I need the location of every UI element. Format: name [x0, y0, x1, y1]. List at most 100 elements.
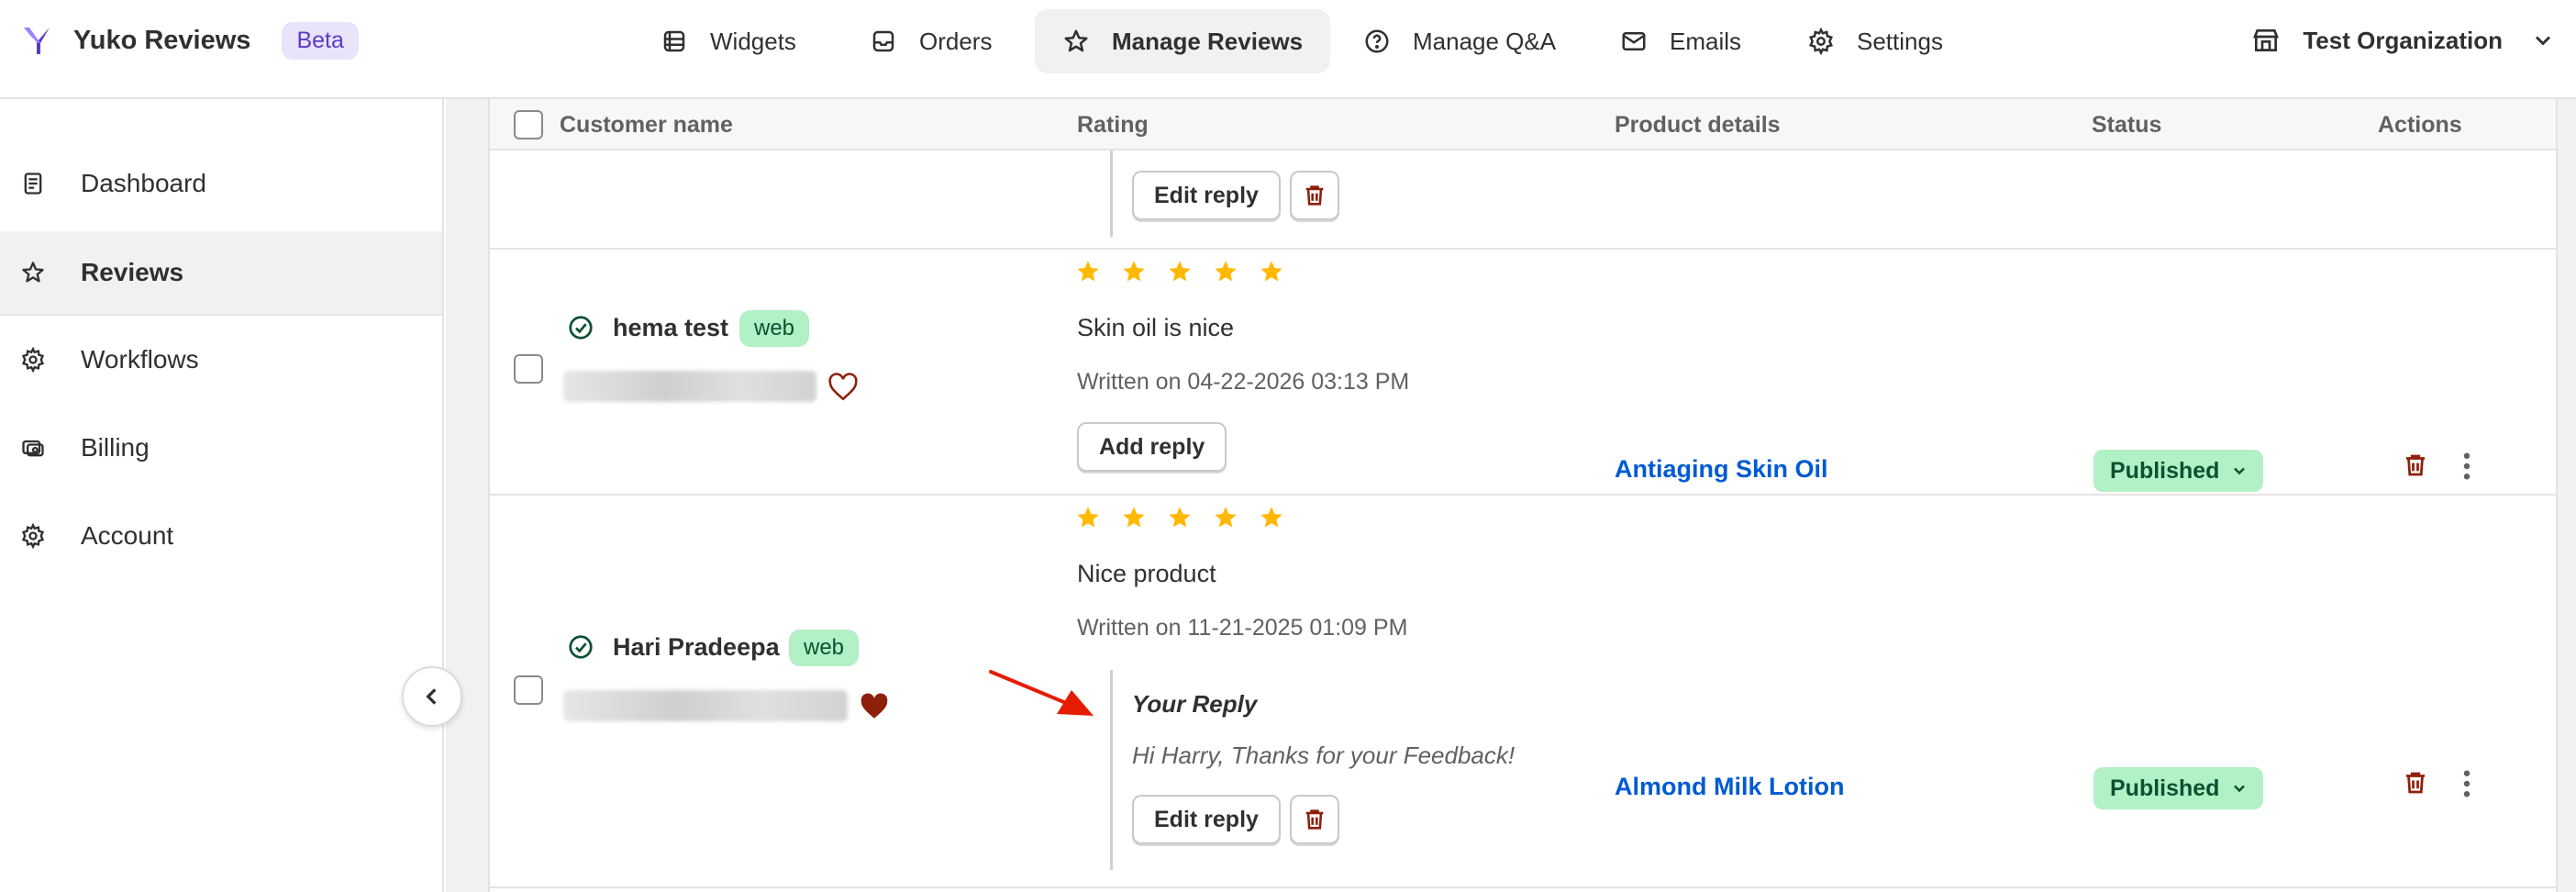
- column-status[interactable]: Status: [2092, 99, 2161, 151]
- nav-emails-label: Emails: [1670, 27, 1742, 55]
- customer-name: Hari Pradeepa: [613, 633, 780, 661]
- add-reply-button[interactable]: Add reply: [1077, 422, 1227, 472]
- gear-icon: [21, 347, 45, 373]
- sidebar-item-label: Account: [81, 521, 174, 550]
- sidebar-item-account[interactable]: Account: [0, 494, 442, 578]
- gear-icon: [1809, 28, 1833, 55]
- nav-settings-label: Settings: [1857, 27, 1943, 55]
- product-link[interactable]: Antiaging Skin Oil: [1615, 455, 1828, 484]
- sidebar-item-label: Workflows: [81, 345, 199, 374]
- select-all-checkbox[interactable]: [514, 110, 543, 139]
- top-navigation: Yuko Reviews Beta Widgets Orders Manage …: [0, 0, 2576, 99]
- reply-title: Your Reply: [1132, 690, 1258, 718]
- reply-divider: [1110, 670, 1113, 870]
- verified-check-icon: [569, 635, 593, 659]
- delete-reply-button[interactable]: [1290, 795, 1339, 844]
- annotation-arrow-icon: [989, 670, 1094, 716]
- nav-manage-qa-label: Manage Q&A: [1413, 27, 1557, 55]
- brand[interactable]: Yuko Reviews Beta: [20, 20, 359, 61]
- nav-orders[interactable]: Orders: [842, 9, 1019, 73]
- heart-outline-icon[interactable]: [827, 373, 859, 402]
- organization-name: Test Organization: [2303, 26, 2503, 54]
- reviews-table: Customer name Rating Product details Sta…: [488, 99, 2558, 892]
- nav-manage-reviews-label: Manage Reviews: [1112, 27, 1304, 55]
- collapse-sidebar-button[interactable]: [402, 666, 462, 727]
- edit-reply-button[interactable]: Edit reply: [1132, 795, 1281, 844]
- heart-filled-icon[interactable]: [859, 692, 890, 721]
- status-dropdown[interactable]: Published: [2093, 450, 2264, 492]
- edit-reply-button[interactable]: Edit reply: [1132, 171, 1281, 220]
- source-badge: web: [739, 310, 810, 347]
- column-actions: Actions: [2378, 112, 2462, 138]
- main-content: Customer name Rating Product details Sta…: [446, 99, 2576, 892]
- column-customer-name[interactable]: Customer name: [560, 99, 733, 151]
- yuko-logo-icon: [24, 28, 50, 54]
- star-filled-icon: [1215, 261, 1237, 282]
- question-circle-icon: [1365, 29, 1389, 53]
- table-row: Edit reply: [490, 151, 2556, 250]
- review-text: Nice product: [1077, 560, 1216, 587]
- star-filled-icon: [1260, 507, 1282, 528]
- star-rating: [1075, 259, 1305, 284]
- status-dropdown[interactable]: Published: [2093, 767, 2264, 809]
- nav-widgets-label: Widgets: [710, 27, 796, 55]
- sidebar-item-dashboard[interactable]: Dashboard: [0, 141, 442, 226]
- nav-manage-reviews[interactable]: Manage Reviews: [1035, 9, 1331, 73]
- star-filled-icon: [1123, 261, 1145, 282]
- column-product-details[interactable]: Product details: [1615, 99, 1781, 151]
- delete-review-icon[interactable]: [2402, 769, 2429, 797]
- chevron-down-icon: [2234, 467, 2246, 475]
- column-rating[interactable]: Rating: [1077, 99, 1149, 151]
- nav-widgets[interactable]: Widgets: [633, 9, 824, 73]
- star-filled-icon: [1077, 261, 1099, 282]
- table-row: hema test web Skin oil is nice Written o…: [490, 250, 2556, 496]
- more-actions-icon[interactable]: [2453, 450, 2481, 483]
- chevron-down-icon: [2234, 785, 2246, 793]
- sidebar-item-label: Billing: [81, 433, 150, 462]
- gear-icon: [21, 523, 45, 549]
- star-filled-icon: [1169, 261, 1191, 282]
- organization-selector[interactable]: Test Organization: [2251, 20, 2556, 61]
- trash-icon: [1305, 809, 1324, 830]
- sidebar-item-label: Dashboard: [81, 169, 206, 197]
- delete-review-icon[interactable]: [2402, 452, 2429, 479]
- star-filled-icon: [1260, 261, 1282, 282]
- star-filled-icon: [1123, 507, 1145, 528]
- star-icon: [1064, 29, 1088, 52]
- sidebar-item-workflows[interactable]: Workflows: [0, 318, 442, 402]
- nav-settings[interactable]: Settings: [1780, 9, 1971, 73]
- more-actions-icon[interactable]: [2453, 767, 2481, 800]
- customer-email-redacted: [563, 371, 816, 402]
- star-icon: [22, 262, 44, 283]
- customer-name: hema test: [613, 314, 729, 341]
- nav-orders-label: Orders: [919, 27, 993, 55]
- row-checkbox[interactable]: [514, 354, 543, 384]
- product-name: Antiaging Skin Oil: [1615, 455, 1828, 483]
- row-checkbox[interactable]: [514, 675, 543, 705]
- document-icon: [24, 173, 42, 195]
- chevron-down-icon: [2535, 36, 2551, 46]
- delete-reply-button[interactable]: [1290, 171, 1339, 220]
- email-icon: [1622, 32, 1646, 50]
- review-text: Skin oil is nice: [1077, 314, 1235, 341]
- product-link[interactable]: Almond Milk Lotion: [1615, 773, 1844, 801]
- app-name: Yuko Reviews: [73, 25, 251, 55]
- billing-icon: [22, 440, 44, 457]
- beta-badge: Beta: [282, 21, 359, 60]
- sidebar-item-reviews[interactable]: Reviews: [0, 231, 442, 316]
- reply-body: Hi Harry, Thanks for your Feedback!: [1132, 741, 1516, 769]
- review-date: Written on 11-21-2025 01:09 PM: [1077, 615, 1408, 641]
- widgets-icon: [663, 30, 685, 52]
- review-date: Written on 04-22-2026 03:13 PM: [1077, 369, 1410, 395]
- table-row: Hari Pradeepa web Nice product Written o…: [490, 496, 2556, 888]
- status-label: Published: [2110, 457, 2220, 484]
- store-icon: [2253, 29, 2280, 51]
- nav-emails[interactable]: Emails: [1593, 9, 1769, 73]
- inbox-icon: [872, 30, 894, 52]
- star-filled-icon: [1169, 507, 1191, 528]
- sidebar-item-billing[interactable]: Billing: [0, 406, 442, 490]
- source-badge: web: [789, 630, 860, 666]
- nav-manage-qa[interactable]: Manage Q&A: [1336, 9, 1583, 73]
- reply-divider: [1110, 151, 1113, 237]
- star-filled-icon: [1077, 507, 1099, 528]
